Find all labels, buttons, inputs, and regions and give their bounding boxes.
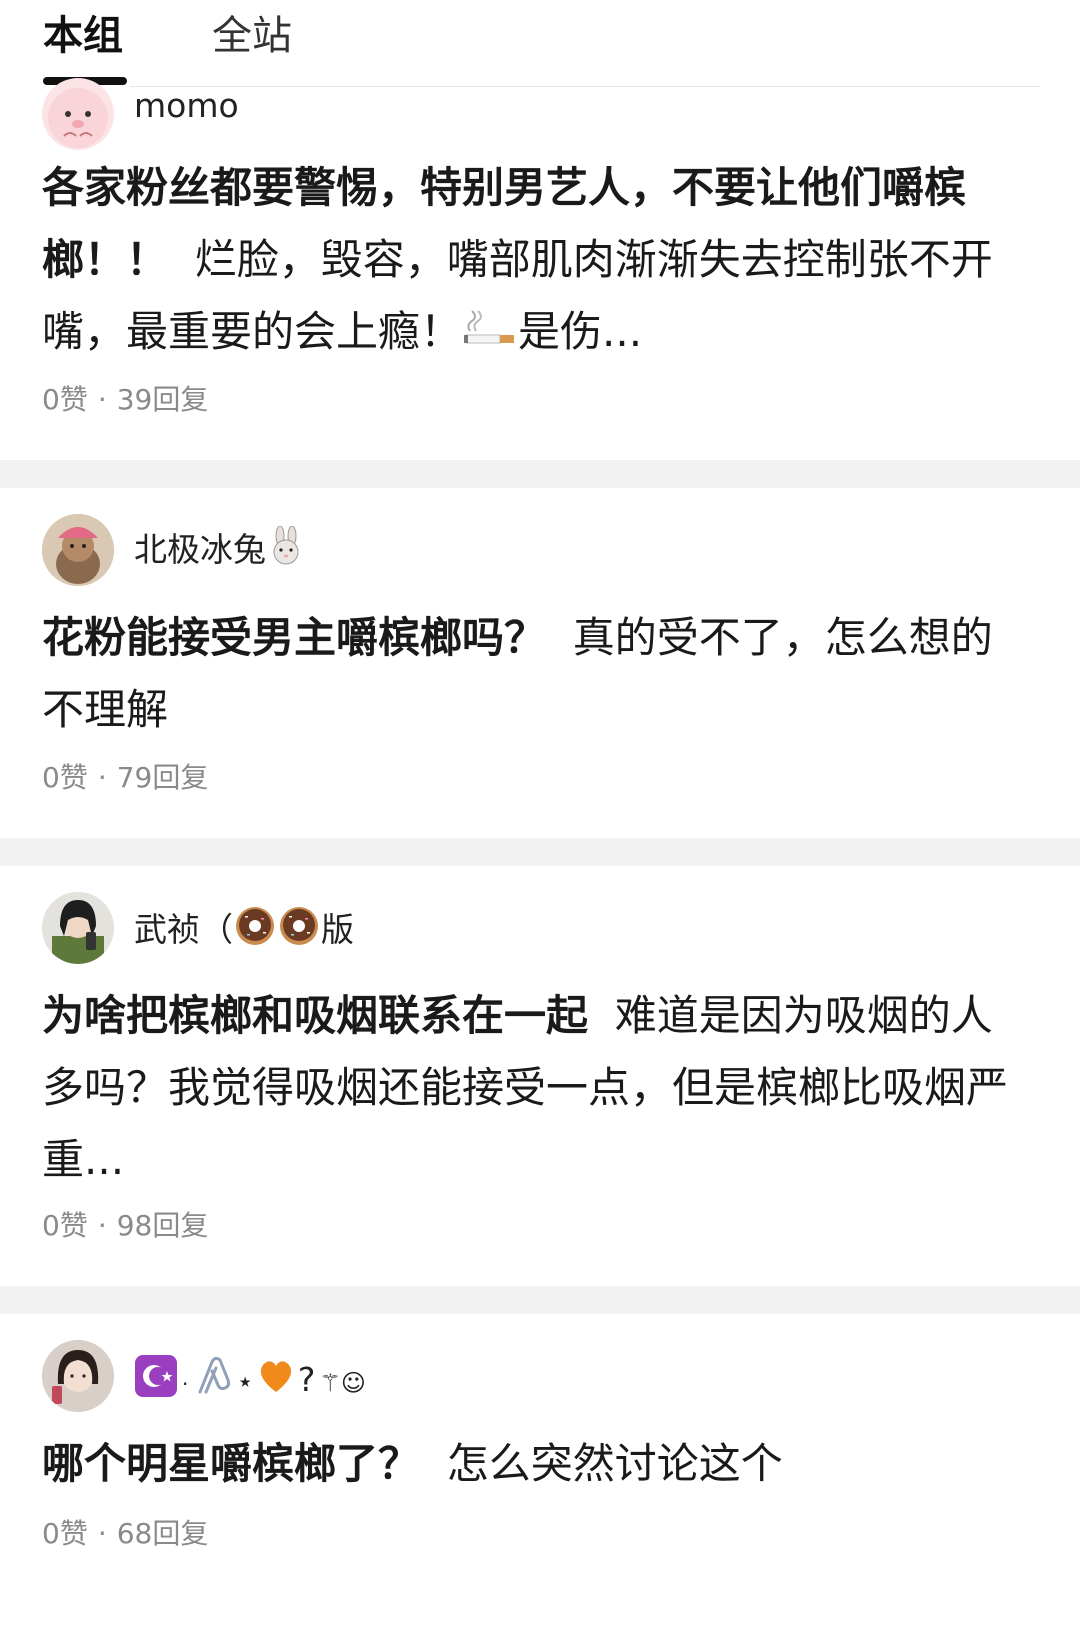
rabbit-emoji-icon — [266, 525, 306, 577]
author-name[interactable]: momo — [134, 84, 239, 128]
donut-emoji-icon — [233, 904, 277, 959]
post-card[interactable]: · ⋆ ? ⚚☺ 哪个明星嚼槟榔了？ 怎么突然讨论这个 0赞 · 68回复 — [0, 1314, 1080, 1628]
post-divider — [0, 460, 1080, 488]
avatar[interactable] — [42, 514, 114, 586]
post-meta: 0赞 · 68回复 — [42, 1516, 208, 1552]
post-content[interactable]: 为啥把槟榔和吸烟联系在一起 难道是因为吸烟的人多吗？我觉得吸烟还能接受一点，但是… — [42, 980, 1032, 1196]
post-divider — [0, 1286, 1080, 1314]
paperclip-emoji-icon — [192, 1354, 236, 1409]
orange-heart-emoji-icon — [254, 1354, 298, 1409]
tab-this-group[interactable]: 本组 — [43, 12, 123, 60]
meta-separator: · — [97, 761, 107, 794]
author-row[interactable]: momo — [42, 78, 1042, 150]
author-row[interactable]: · ⋆ ? ⚚☺ — [42, 1340, 1042, 1412]
post-title: 哪个明星嚼槟榔了？ — [42, 1439, 421, 1488]
post-divider — [0, 838, 1080, 866]
author-name[interactable]: 武祯（ 版 — [134, 904, 354, 959]
reply-count[interactable]: 98回复 — [117, 1209, 209, 1242]
post-card[interactable]: 武祯（ 版 为啥把槟榔和吸烟联系在一起 难道是因为吸烟的人多吗？我觉得吸烟还能接… — [0, 866, 1080, 1286]
reply-count[interactable]: 68回复 — [117, 1517, 209, 1550]
post-meta: 0赞 · 39回复 — [42, 382, 208, 418]
reply-count[interactable]: 39回复 — [117, 383, 209, 416]
post-excerpt: 怎么突然讨论这个 — [446, 1439, 783, 1488]
post-meta: 0赞 · 79回复 — [42, 760, 208, 796]
post-meta: 0赞 · 98回复 — [42, 1208, 208, 1244]
like-count[interactable]: 0赞 — [42, 1517, 88, 1550]
meta-separator: · — [97, 1209, 107, 1242]
meta-separator: · — [97, 1517, 107, 1550]
donut-emoji-icon — [277, 904, 321, 959]
author-name-text: 武祯（ — [134, 910, 233, 949]
author-name[interactable]: 北极冰兔 — [134, 525, 306, 577]
avatar[interactable] — [42, 892, 114, 964]
reply-count[interactable]: 79回复 — [117, 761, 209, 794]
like-count[interactable]: 0赞 — [42, 761, 88, 794]
post-title: 为啥把槟榔和吸烟联系在一起 — [42, 991, 589, 1040]
author-name[interactable]: · ⋆ ? ⚚☺ — [134, 1354, 366, 1409]
pig-avatar[interactable] — [42, 78, 114, 150]
post-content[interactable]: 花粉能接受男主嚼槟榔吗？ 真的受不了，怎么想的不理解 — [42, 602, 1032, 746]
avatar[interactable] — [42, 1340, 114, 1412]
author-name-text: 北极冰兔 — [134, 530, 266, 569]
like-count[interactable]: 0赞 — [42, 1209, 88, 1242]
post-card[interactable]: 北极冰兔 花粉能接受男主嚼槟榔吗？ 真的受不了，怎么想的不理解 0赞 · 79回复 — [0, 488, 1080, 838]
post-excerpt-tail: 是伤... — [518, 307, 643, 356]
star-and-crescent-emoji-icon — [134, 1354, 178, 1409]
post-card[interactable]: momo 各家粉丝都要警惕，特别男艺人，不要让他们嚼槟榔！！ 烂脸，毁容，嘴部肌… — [0, 78, 1080, 460]
post-content[interactable]: 各家粉丝都要警惕，特别男艺人，不要让他们嚼槟榔！！ 烂脸，毁容，嘴部肌肉渐渐失去… — [42, 152, 1032, 371]
author-name-tail: 版 — [321, 910, 354, 949]
author-row[interactable]: 武祯（ 版 — [42, 892, 1042, 964]
author-name-text: ? — [297, 1360, 316, 1399]
like-count[interactable]: 0赞 — [42, 383, 88, 416]
tab-bar: 本组 全站 — [0, 0, 1080, 90]
author-row[interactable]: 北极冰兔 — [42, 514, 1042, 586]
post-content[interactable]: 哪个明星嚼槟榔了？ 怎么突然讨论这个 — [42, 1428, 1032, 1500]
post-title: 花粉能接受男主嚼槟榔吗？ — [42, 613, 547, 662]
tab-all-site[interactable]: 全站 — [212, 12, 292, 60]
cigarette-emoji-icon — [462, 299, 518, 371]
meta-separator: · — [97, 383, 107, 416]
